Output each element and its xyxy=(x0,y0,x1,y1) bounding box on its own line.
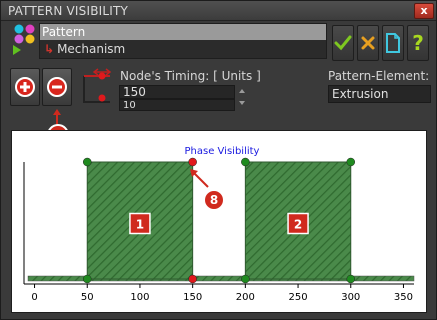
phase-visibility-plot[interactable]: Phase Visibility 1 2 0 50 100 150 200 250 300 350 xyxy=(12,131,428,314)
title-bar: PATTERN VISIBILITY x xyxy=(1,1,436,21)
x-tick-label: 150 xyxy=(183,292,202,303)
timing-node[interactable] xyxy=(241,157,250,167)
phase-visibility-chart: Phase Visibility 1 2 0 50 100 150 200 250 300 350 xyxy=(11,130,427,313)
x-tick-label: 350 xyxy=(394,292,413,303)
node-timing-input[interactable]: 150 xyxy=(119,85,235,99)
confirm-button[interactable] xyxy=(332,25,354,61)
timing-node[interactable] xyxy=(346,274,356,284)
pattern-icon xyxy=(13,24,35,55)
chart-title: Phase Visibility xyxy=(185,146,260,157)
new-button[interactable] xyxy=(382,25,404,61)
new-document-icon xyxy=(386,33,400,53)
cross-icon xyxy=(361,36,375,50)
x-tick-label: 100 xyxy=(130,292,149,303)
remove-node-icon xyxy=(47,77,67,97)
tree-item-mechanism-label: Mechanism xyxy=(57,42,126,56)
pattern-tree: Pattern ↳ Mechanism xyxy=(39,23,327,59)
cancel-button[interactable] xyxy=(357,25,379,61)
timing-node[interactable] xyxy=(188,157,197,167)
timing-spinner[interactable] xyxy=(236,86,248,108)
x-tick-label: 0 xyxy=(31,292,37,303)
help-button[interactable]: ? xyxy=(407,25,429,61)
callout-badge-8: 8 xyxy=(203,189,225,211)
pattern-element-field[interactable]: Extrusion xyxy=(328,85,431,103)
region-label-2: 2 xyxy=(294,218,302,232)
x-tick-label: 200 xyxy=(236,292,255,303)
callout-arrow-8 xyxy=(190,169,209,188)
timing-node[interactable] xyxy=(346,157,356,167)
close-button[interactable]: x xyxy=(414,3,434,19)
x-tick-label: 250 xyxy=(289,292,308,303)
timing-node[interactable] xyxy=(82,274,92,284)
x-tick-label: 50 xyxy=(81,292,94,303)
pattern-element-label: Pattern-Element: xyxy=(328,69,430,83)
timing-node[interactable] xyxy=(188,274,197,284)
node-timing-icon xyxy=(83,68,112,103)
check-icon xyxy=(334,35,352,51)
window-title: PATTERN VISIBILITY xyxy=(8,4,129,18)
timing-node[interactable] xyxy=(82,157,92,167)
tree-item-pattern[interactable]: Pattern xyxy=(40,24,326,40)
region-label-1: 1 xyxy=(136,218,144,232)
help-icon: ? xyxy=(412,31,424,55)
node-timing-step-input[interactable]: 10 xyxy=(119,99,235,111)
timing-node[interactable] xyxy=(241,274,250,284)
pattern-visibility-window: PATTERN VISIBILITY x Pattern ↳ Mechanism … xyxy=(0,0,437,320)
add-node-icon xyxy=(15,77,35,97)
tree-item-mechanism[interactable]: ↳ Mechanism xyxy=(44,41,125,57)
child-arrow-icon: ↳ xyxy=(44,42,55,56)
x-tick-label: 300 xyxy=(341,292,360,303)
node-timing-label: Node's Timing: [ Units ] xyxy=(120,69,261,83)
remove-node-button[interactable] xyxy=(42,68,72,106)
add-node-button[interactable] xyxy=(10,68,40,106)
